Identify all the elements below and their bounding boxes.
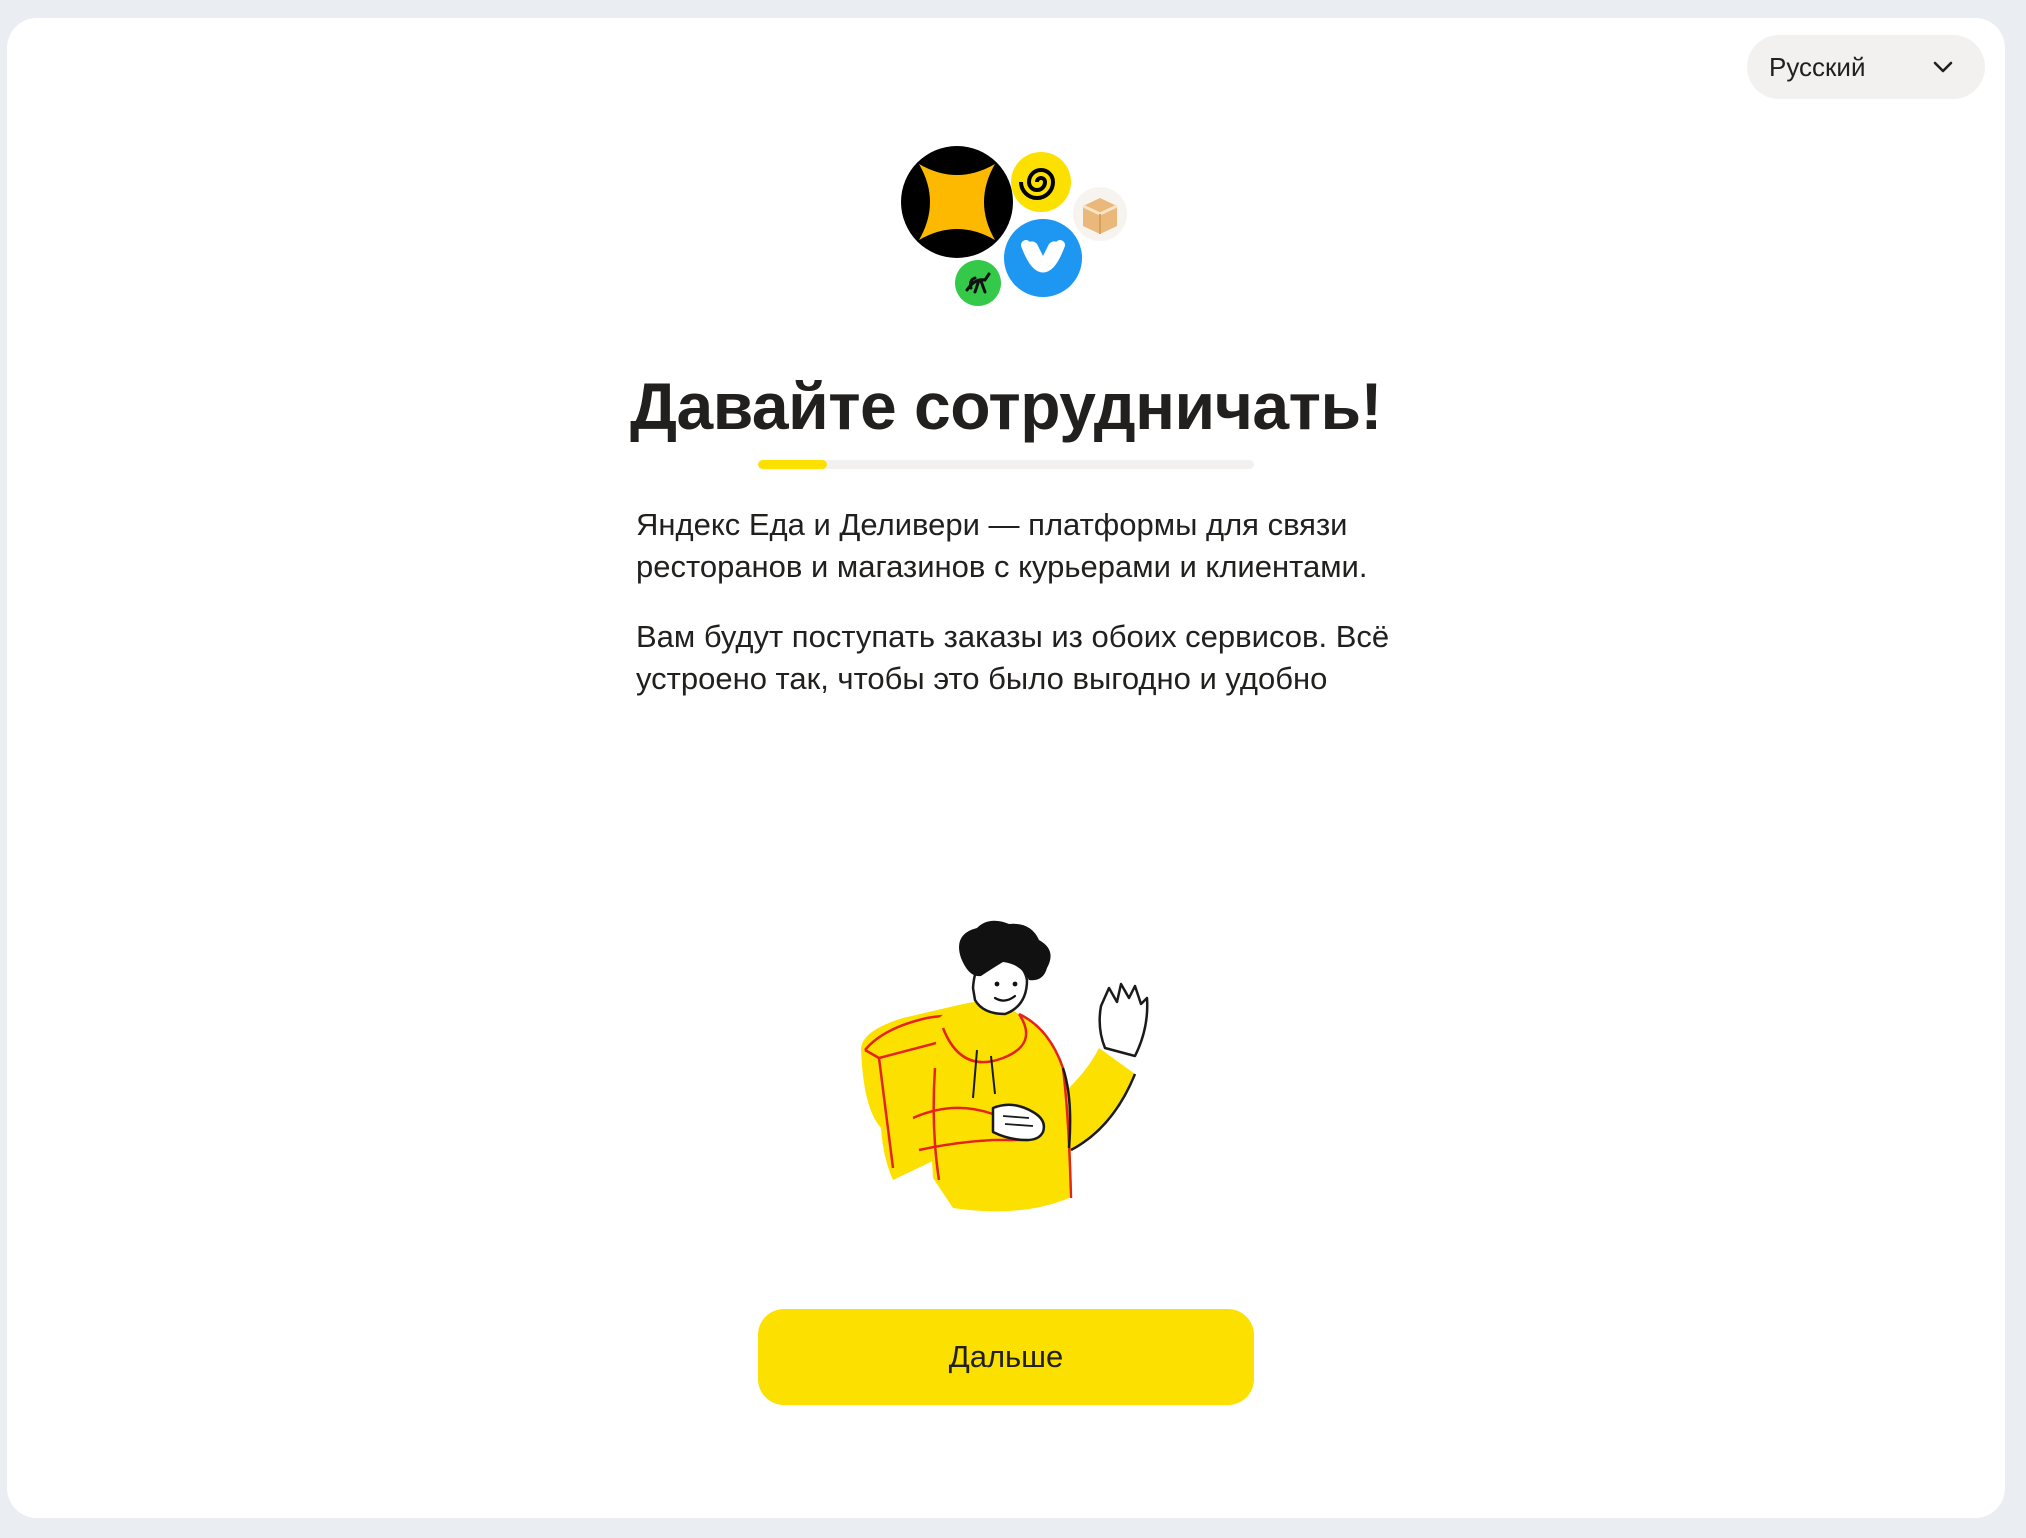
yandex-eda-logo xyxy=(901,146,1013,258)
delivery-heart-logo xyxy=(1004,219,1082,297)
language-select[interactable]: Русский xyxy=(1747,35,1985,99)
intro-paragraph-1: Яндекс Еда и Деливери — платформы для св… xyxy=(636,507,1368,584)
courier-illustration xyxy=(843,918,1183,1218)
page-title: Давайте сотрудничать! xyxy=(629,369,1383,443)
box-logo xyxy=(1073,187,1127,241)
ostrich-logo xyxy=(955,260,1001,306)
progress-bar xyxy=(758,460,1254,469)
progress-bar-fill xyxy=(758,460,828,469)
next-button[interactable]: Дальше xyxy=(758,1309,1254,1405)
service-logos xyxy=(895,128,1135,308)
kinopoisk-spiral-logo xyxy=(1011,152,1071,212)
onboarding-card: Русский Давайте сотрудничать! Яндекс Еда… xyxy=(7,18,2005,1518)
intro-text: Яндекс Еда и Деливери — платформы для св… xyxy=(636,504,1396,728)
chevron-down-icon xyxy=(1929,53,1957,81)
language-select-value: Русский xyxy=(1769,51,1866,82)
intro-paragraph-2: Вам будут поступать заказы из обоих серв… xyxy=(636,619,1390,696)
